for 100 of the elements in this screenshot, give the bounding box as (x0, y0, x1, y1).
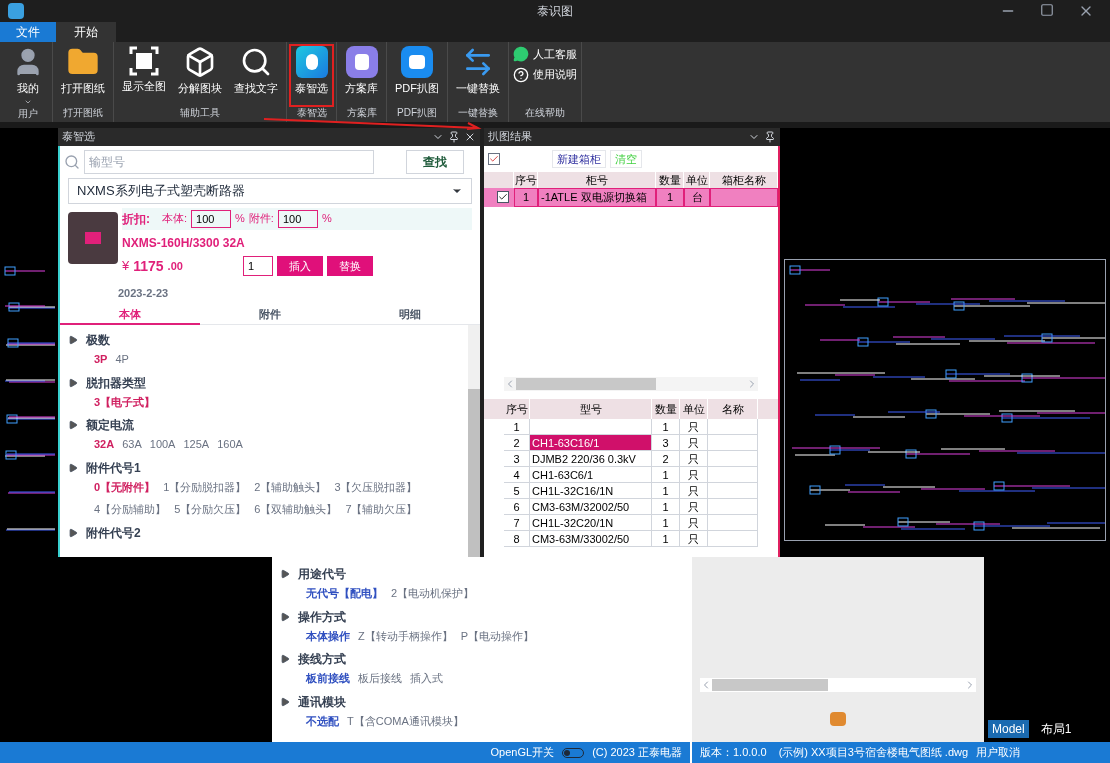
attribute-option[interactable]: 5【分励欠压】 (174, 501, 247, 518)
detail-tab[interactable]: 本体 (60, 305, 200, 326)
menu-tab[interactable]: 开始 (56, 21, 116, 42)
ribbon-button[interactable]: 方案库 (341, 45, 382, 105)
help-link[interactable]: 人工客服 (513, 45, 577, 63)
accessory-discount-field[interactable]: 100 (277, 209, 318, 228)
table-cell: 1 (652, 515, 680, 532)
ribbon-button[interactable]: 查找文字 (230, 45, 282, 105)
ribbon-button[interactable]: 分解图块 (174, 45, 226, 105)
attribute-option[interactable]: 0【无附件】 (94, 478, 156, 496)
attribute-option[interactable]: 1【分励脱扣器】 (163, 478, 247, 496)
attribute-option[interactable]: 2【电动机保护】 (391, 585, 475, 602)
attribute-option[interactable]: 7【辅助欠压】 (345, 501, 418, 518)
layout-tab[interactable]: 布局1 (1036, 720, 1076, 739)
attribute-title: 通讯模块 (298, 693, 346, 711)
attribute-option[interactable]: 6【双辅助触头】 (254, 501, 338, 518)
body-discount-field[interactable]: 100 (191, 209, 232, 228)
attribute-option[interactable]: 板后接线 (358, 670, 402, 687)
attribute-option[interactable]: 插入式 (410, 670, 443, 687)
expand-arrow-icon[interactable] (68, 462, 78, 473)
attribute-option[interactable]: Z【转动手柄操作】 (358, 627, 453, 645)
image-icon (401, 45, 433, 78)
expand-arrow-icon[interactable] (280, 569, 290, 580)
attribute-option[interactable]: 160A (217, 436, 243, 453)
ribbon-button[interactable]: 泰智选 (291, 45, 332, 105)
ribbon-button[interactable]: PDF扒图 (391, 45, 443, 105)
column-header: 序号 (504, 398, 530, 420)
ribbon-button[interactable]: 我的 (8, 45, 48, 107)
expand-arrow-icon[interactable] (68, 420, 78, 431)
attribute-option[interactable]: 100A (149, 436, 176, 453)
attribute-title: 脱扣器类型 (86, 374, 146, 392)
table-cell: 8 (504, 531, 530, 548)
table-cell: CM3-63M/32002/50 (530, 499, 652, 516)
ribbon-button[interactable]: 打开图纸 (57, 45, 109, 105)
maximize-icon[interactable] (1040, 2, 1054, 17)
detail-tab[interactable]: 附件 (200, 305, 340, 326)
table-cell: 1 (652, 531, 680, 548)
cabinet-row[interactable]: 1 -1ATLE 双电源切换箱 1 台 (484, 188, 778, 207)
column-header: 单位 (684, 171, 710, 189)
new-cabinet-button[interactable]: 新建箱柜 (552, 149, 606, 168)
attribute-option[interactable]: 本体操作 (306, 627, 350, 645)
ribbon-button[interactable]: 一键替换 (452, 45, 504, 105)
attribute-option[interactable]: 板前接线 (306, 670, 350, 687)
replace-button[interactable]: 替换 (326, 256, 373, 277)
ribbon-button[interactable]: 显示全图 (118, 45, 170, 105)
series-dropdown[interactable]: NXMS系列电子式塑壳断路器 (68, 177, 472, 204)
attribute-title: 操作方式 (298, 608, 346, 626)
table-cell: 台 (684, 188, 710, 207)
attribute-option[interactable]: 无代号【配电】 (306, 585, 383, 602)
quantity-field[interactable]: 1 (242, 256, 273, 277)
cube-icon (184, 45, 216, 78)
expand-arrow-icon[interactable] (280, 611, 290, 622)
attribute-option[interactable]: 4P (115, 351, 129, 368)
table-cell: CH1L-32C16/1N (530, 483, 652, 500)
attribute-option[interactable]: 3P (94, 351, 108, 368)
accessory-label: 附件: (248, 211, 274, 227)
row-checkbox[interactable] (497, 191, 509, 204)
column-header: 箱柜名称 (710, 171, 778, 189)
pin-icon[interactable] (764, 130, 776, 143)
ribbon-group-label: 一键替换 (457, 105, 499, 120)
product-photo (68, 211, 118, 264)
pin-icon[interactable] (448, 130, 460, 143)
table-cell (708, 483, 758, 500)
table-cell (708, 467, 758, 484)
select-all-checkbox[interactable] (488, 152, 500, 165)
table-cell (708, 451, 758, 468)
attribute-title: 额定电流 (86, 417, 134, 435)
layout-tab[interactable]: Model (988, 720, 1029, 739)
percent-label: % (321, 211, 332, 227)
file-menu[interactable]: 文件 (0, 21, 56, 42)
discount-label: 折扣: (122, 210, 150, 228)
search-button[interactable]: 查找 (406, 149, 464, 174)
attribute-option[interactable]: 不选配 (306, 712, 339, 730)
scrollbar[interactable] (468, 325, 480, 558)
ribbon-group-label: 在线帮助 (524, 105, 566, 120)
expand-arrow-icon[interactable] (280, 654, 290, 665)
help-link[interactable]: 使用说明 (513, 66, 577, 83)
ribbon-group-label: 方案库 (345, 105, 378, 120)
attribute-option[interactable]: 4【分励辅助】 (94, 501, 167, 518)
expand-arrow-icon[interactable] (68, 377, 78, 388)
attribute-option[interactable]: 125A (183, 436, 210, 453)
expand-arrow-icon[interactable] (68, 335, 78, 346)
expand-arrow-icon[interactable] (68, 527, 78, 538)
attribute-option[interactable]: 3【欠压脱扣器】 (334, 478, 418, 496)
attribute-option[interactable]: T【含COMA通讯模块】 (347, 712, 464, 730)
column-header: 单位 (680, 398, 708, 420)
expand-arrow-icon[interactable] (280, 696, 290, 707)
attribute-option[interactable]: 63A (122, 436, 142, 453)
attribute-option[interactable]: 3【电子式】 (94, 393, 156, 411)
date-label: 2023-2-23 (118, 285, 170, 301)
attribute-option[interactable]: P【电动操作】 (460, 627, 535, 645)
attribute-option[interactable]: 32A (94, 436, 115, 453)
price-decimal: .00 (167, 259, 183, 274)
table-cell: CH1-63C6/1 (530, 467, 652, 484)
attribute-option[interactable]: 2【辅助触头】 (254, 478, 327, 496)
price: 1175 (133, 256, 164, 276)
search-field[interactable]: 输型号 (84, 149, 374, 174)
table-cell: 只 (680, 531, 708, 548)
table-cell (708, 515, 758, 532)
insert-button[interactable]: 插入 (276, 256, 323, 277)
